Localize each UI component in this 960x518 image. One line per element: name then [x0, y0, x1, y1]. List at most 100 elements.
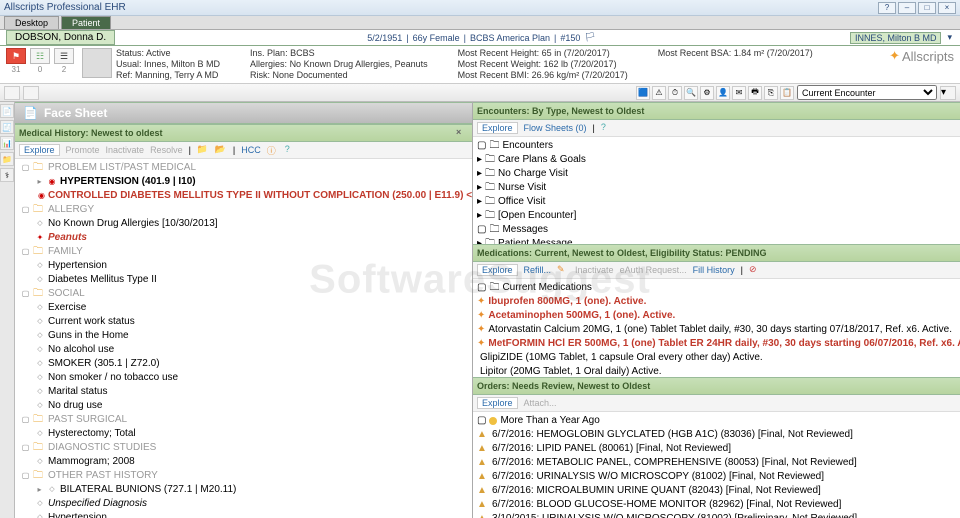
tool-icon-10[interactable]: 📋 — [780, 86, 794, 100]
item-bunions[interactable]: BILATERAL BUNIONS (727.1 | M20.11) — [60, 483, 236, 497]
enc-care[interactable]: Care Plans & Goals — [498, 153, 586, 167]
expand-toggle[interactable]: ▢ — [21, 203, 30, 217]
tool-icon-5[interactable]: ⚙ — [700, 86, 714, 100]
meds-folder[interactable]: Current Medications — [502, 281, 591, 295]
tool-icon-9[interactable]: ⎘ — [764, 86, 778, 100]
tool-icon-8[interactable]: 🖶 — [748, 86, 762, 100]
expand-toggle[interactable]: ▢ — [477, 414, 486, 428]
orders-attach[interactable]: Attach... — [524, 398, 557, 408]
item-htn[interactable]: HYPERTENSION (401.9 | I10) — [60, 175, 196, 189]
expand-toggle[interactable]: ▢ — [477, 139, 486, 153]
expand-toggle[interactable]: ▸ — [477, 209, 482, 223]
expand-toggle[interactable]: ▸ — [35, 175, 44, 189]
expand-toggle[interactable]: ▸ — [477, 181, 482, 195]
meds-eauth[interactable]: eAuth Request... — [620, 265, 687, 275]
expand-toggle[interactable]: ▢ — [477, 281, 486, 295]
item-nodrug[interactable]: No drug use — [48, 399, 102, 413]
medhx-tree[interactable]: ▢🗀PROBLEM LIST/PAST MEDICAL ▸◉HYPERTENSI… — [15, 159, 472, 518]
expand-toggle[interactable]: ▸ — [477, 153, 482, 167]
calendar-icon[interactable]: ☷ — [30, 48, 50, 64]
item-nonsmoker[interactable]: Non smoker / no tobacco use — [48, 371, 178, 385]
med-item[interactable]: Acetaminophen 500MG, 1 (one). Active. — [488, 309, 675, 323]
medhx-inactivate[interactable]: Inactivate — [106, 145, 145, 155]
med-item[interactable]: Ibuprofen 800MG, 1 (one). Active. — [488, 295, 646, 309]
flag-icon[interactable]: 🏳 — [584, 32, 595, 43]
item-smoker[interactable]: SMOKER (305.1 | Z72.0) — [48, 357, 160, 371]
expand-toggle[interactable]: ▢ — [21, 287, 30, 301]
rail-btn-5[interactable]: ⚕ — [0, 168, 14, 182]
medhx-explore[interactable]: Explore — [19, 144, 60, 156]
orders-explore[interactable]: Explore — [477, 397, 518, 409]
order-item[interactable]: 6/7/2016: LIPID PANEL (80061) [Final, No… — [492, 442, 731, 456]
item-exercise[interactable]: Exercise — [48, 301, 86, 315]
item-fam-htn[interactable]: Hypertension — [48, 259, 107, 273]
med-item[interactable]: MetFORMIN HCl ER 500MG, 1 (one) Tablet E… — [488, 337, 960, 351]
orders-tree[interactable]: ▢More Than a Year Ago ▲6/7/2016: HEMOGLO… — [473, 412, 960, 518]
item-mammo[interactable]: Mammogram; 2008 — [48, 455, 135, 469]
tool-icon-2[interactable]: ⚠ — [652, 86, 666, 100]
item-work[interactable]: Current work status — [48, 315, 135, 329]
item-dm[interactable]: CONTROLLED DIABETES MELLITUS TYPE II WIT… — [48, 189, 472, 203]
maximize-button[interactable]: □ — [918, 2, 936, 14]
expand-toggle[interactable]: ▢ — [21, 245, 30, 259]
med-item[interactable]: Atorvastatin Calcium 20MG, 1 (one) Table… — [488, 323, 952, 337]
order-item[interactable]: 6/7/2016: URINALYSIS W/O MICROSCOPY (810… — [492, 470, 824, 484]
expand-toggle[interactable]: ▢ — [21, 441, 30, 455]
rail-btn-2[interactable]: 🧾 — [0, 120, 14, 134]
tool-icon-1[interactable]: 🟦 — [636, 86, 650, 100]
cat-social[interactable]: SOCIAL — [48, 287, 85, 301]
expand-toggle[interactable]: ▸ — [477, 195, 482, 209]
rail-btn-3[interactable]: 📊 — [0, 136, 14, 150]
item-fam-dm[interactable]: Diabetes Mellitus Type II — [48, 273, 157, 287]
med-item[interactable]: GlipiZIDE (10MG Tablet, 1 capsule Oral e… — [480, 351, 763, 365]
info-icon[interactable]: ⓘ — [267, 144, 279, 156]
help-icon[interactable]: ? — [285, 144, 297, 156]
tool-icon-6[interactable]: 👤 — [716, 86, 730, 100]
expand-toggle[interactable]: ▢ — [21, 161, 30, 175]
order-item[interactable]: 6/7/2016: MICROALBUMIN URINE QUANT (8204… — [492, 484, 821, 498]
order-item[interactable]: 6/7/2016: METABOLIC PANEL, COMPREHENSIVE… — [492, 456, 857, 470]
item-alcohol[interactable]: No alcohol use — [48, 343, 114, 357]
tool-icon-4[interactable]: 🔍 — [684, 86, 698, 100]
encounter-select[interactable]: Current Encounter — [797, 85, 937, 100]
item-hyst[interactable]: Hysterectomy; Total — [48, 427, 136, 441]
expand-toggle[interactable]: ▸ — [477, 167, 482, 181]
enc-messages[interactable]: Messages — [502, 223, 548, 237]
order-item[interactable]: 6/7/2016: BLOOD GLUCOSE-HOME MONITOR (82… — [492, 498, 841, 512]
enc-nurse[interactable]: Nurse Visit — [498, 181, 546, 195]
med-item[interactable]: Lipitor (20MG Tablet, 1 Oral daily) Acti… — [480, 365, 662, 377]
task-icon[interactable]: ☰ — [54, 48, 74, 64]
enc-explore[interactable]: Explore — [477, 122, 518, 134]
enc-encounters[interactable]: Encounters — [502, 139, 553, 153]
order-item[interactable]: 3/10/2015: URINALYSIS W/O MICROSCOPY (81… — [492, 512, 857, 518]
toolbar-menu[interactable]: ▾ — [940, 86, 956, 100]
cat-diag[interactable]: DIAGNOSTIC STUDIES — [48, 441, 156, 455]
enc-flow[interactable]: Flow Sheets (0) — [524, 123, 587, 133]
help-icon[interactable]: ? — [601, 122, 613, 134]
enc-tree[interactable]: ▢🗀Encounters ▸🗀Care Plans & Goals ▸🗀No C… — [473, 137, 960, 244]
item-nkda[interactable]: No Known Drug Allergies [10/30/2013] — [48, 217, 218, 231]
rail-btn-4[interactable]: 📁 — [0, 152, 14, 166]
toolbar-nav-fwd[interactable] — [23, 86, 39, 100]
provider-dropdown-icon[interactable]: ▾ — [947, 32, 952, 43]
medhx-promote[interactable]: Promote — [66, 145, 100, 155]
tool-icon-3[interactable]: ⏱ — [668, 86, 682, 100]
folder-open-icon[interactable]: 📂 — [215, 144, 227, 156]
expand-toggle[interactable]: ▢ — [21, 413, 30, 427]
tab-desktop[interactable]: Desktop — [4, 16, 59, 29]
expand-toggle[interactable]: ▢ — [21, 469, 30, 483]
item-htn2[interactable]: Hypertension — [48, 511, 107, 518]
medhx-hcc[interactable]: HCC — [241, 145, 261, 155]
toolbar-nav-back[interactable] — [4, 86, 20, 100]
stop-icon[interactable]: ⊘ — [749, 264, 761, 276]
enc-office[interactable]: Office Visit — [498, 195, 545, 209]
item-unspec[interactable]: Unspecified Diagnosis — [48, 497, 147, 511]
help-button[interactable]: ? — [878, 2, 896, 14]
item-peanuts[interactable]: Peanuts — [48, 231, 87, 245]
meds-fill[interactable]: Fill History — [693, 265, 735, 275]
rail-btn-1[interactable]: 📄 — [0, 104, 14, 118]
cat-other[interactable]: OTHER PAST HISTORY — [48, 469, 158, 483]
enc-open[interactable]: [Open Encounter] — [498, 209, 576, 223]
item-marital[interactable]: Marital status — [48, 385, 107, 399]
alert-icon[interactable]: ⚑ — [6, 48, 26, 64]
